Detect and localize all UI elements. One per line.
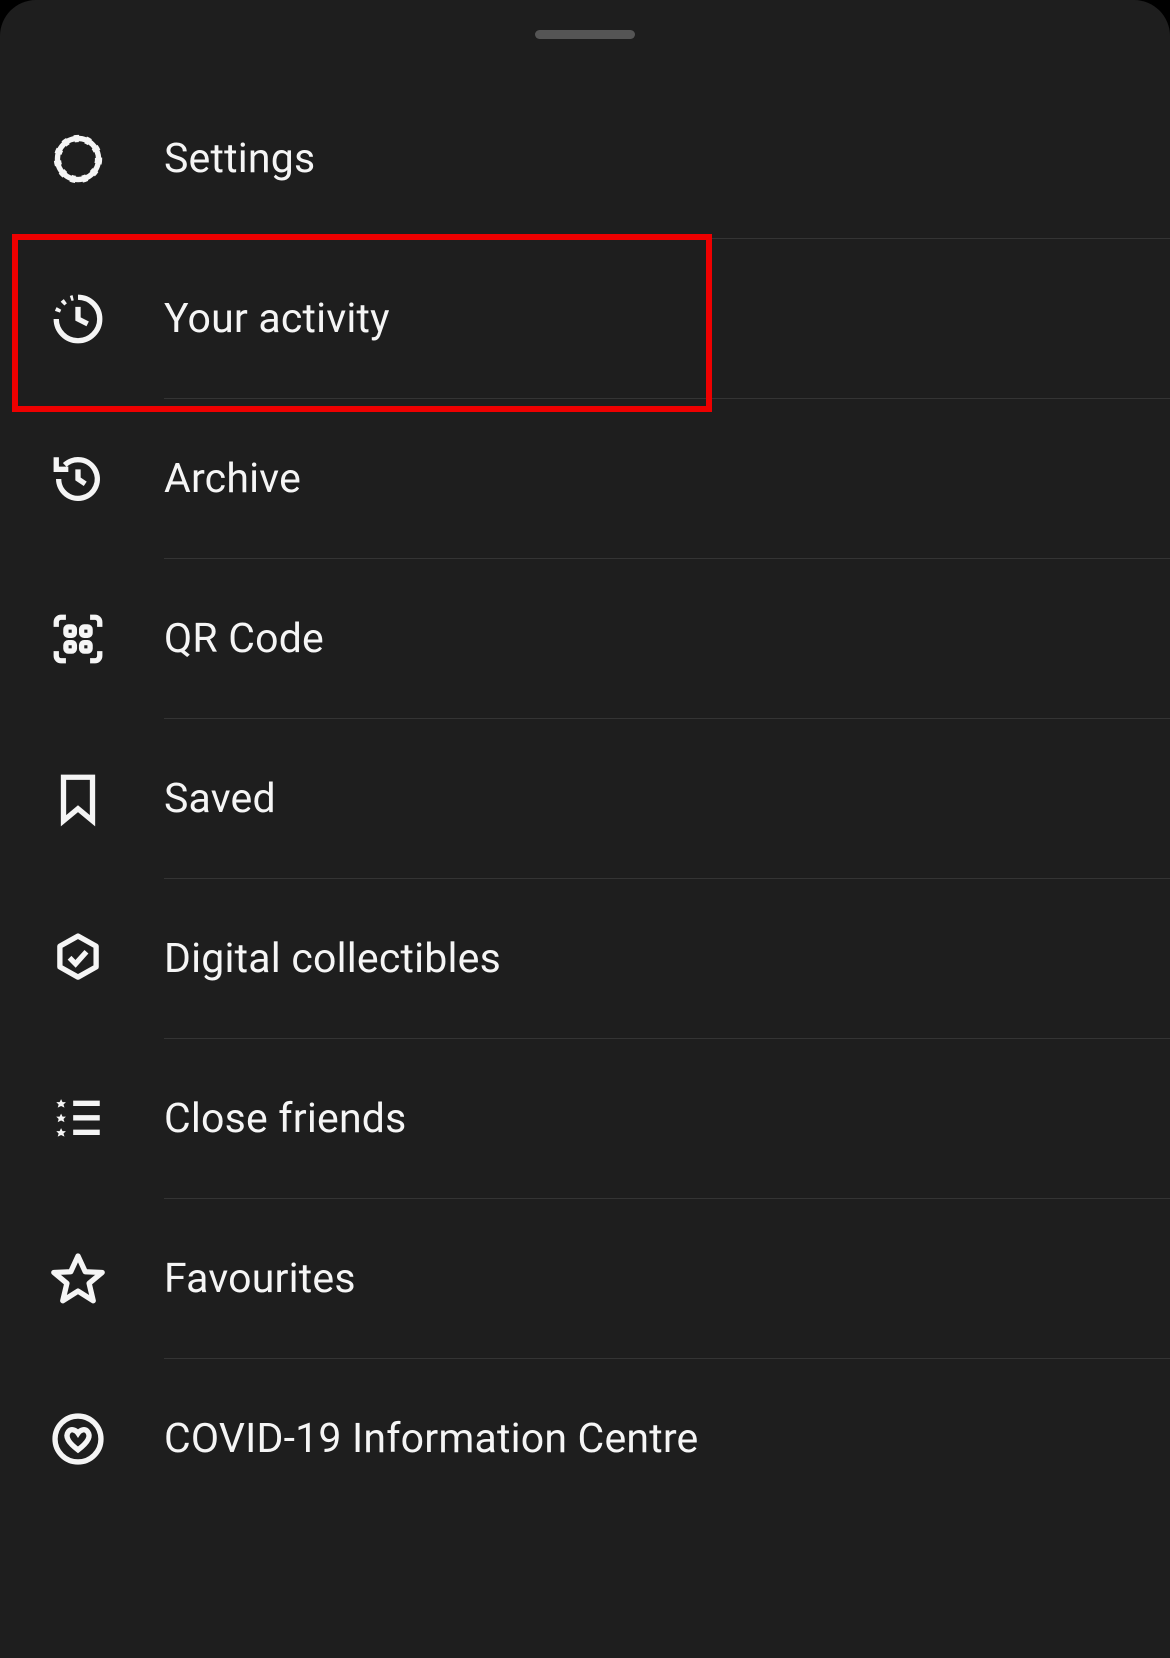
menu-item-qr-code[interactable]: QR Code: [0, 559, 1170, 719]
menu-label: Your activity: [164, 295, 390, 343]
menu-item-your-activity[interactable]: Your activity: [0, 239, 1170, 399]
menu-label: Saved: [164, 775, 276, 823]
menu-label: Close friends: [164, 1095, 407, 1143]
menu-label: Archive: [164, 455, 301, 503]
star-icon: [46, 1247, 110, 1311]
menu-list: Settings Your activity Archive QR Code: [0, 79, 1170, 1519]
menu-item-digital-collectibles[interactable]: Digital collectibles: [0, 879, 1170, 1039]
gear-icon: [46, 127, 110, 191]
drag-handle[interactable]: [535, 30, 635, 39]
hex-check-icon: [46, 927, 110, 991]
menu-label: QR Code: [164, 615, 324, 663]
menu-item-archive[interactable]: Archive: [0, 399, 1170, 559]
menu-item-settings[interactable]: Settings: [0, 79, 1170, 239]
menu-label: Digital collectibles: [164, 935, 501, 983]
heart-circle-icon: [46, 1407, 110, 1471]
menu-label: Favourites: [164, 1255, 356, 1303]
archive-clock-icon: [46, 447, 110, 511]
menu-item-favourites[interactable]: Favourites: [0, 1199, 1170, 1359]
bookmark-icon: [46, 767, 110, 831]
menu-item-close-friends[interactable]: Close friends: [0, 1039, 1170, 1199]
qr-code-icon: [46, 607, 110, 671]
menu-item-covid[interactable]: COVID-19 Information Centre: [0, 1359, 1170, 1519]
activity-clock-icon: [46, 287, 110, 351]
star-list-icon: [46, 1087, 110, 1151]
menu-label: COVID-19 Information Centre: [164, 1415, 699, 1463]
settings-sheet: Settings Your activity Archive QR Code: [0, 0, 1170, 1658]
menu-label: Settings: [164, 135, 315, 183]
menu-item-saved[interactable]: Saved: [0, 719, 1170, 879]
